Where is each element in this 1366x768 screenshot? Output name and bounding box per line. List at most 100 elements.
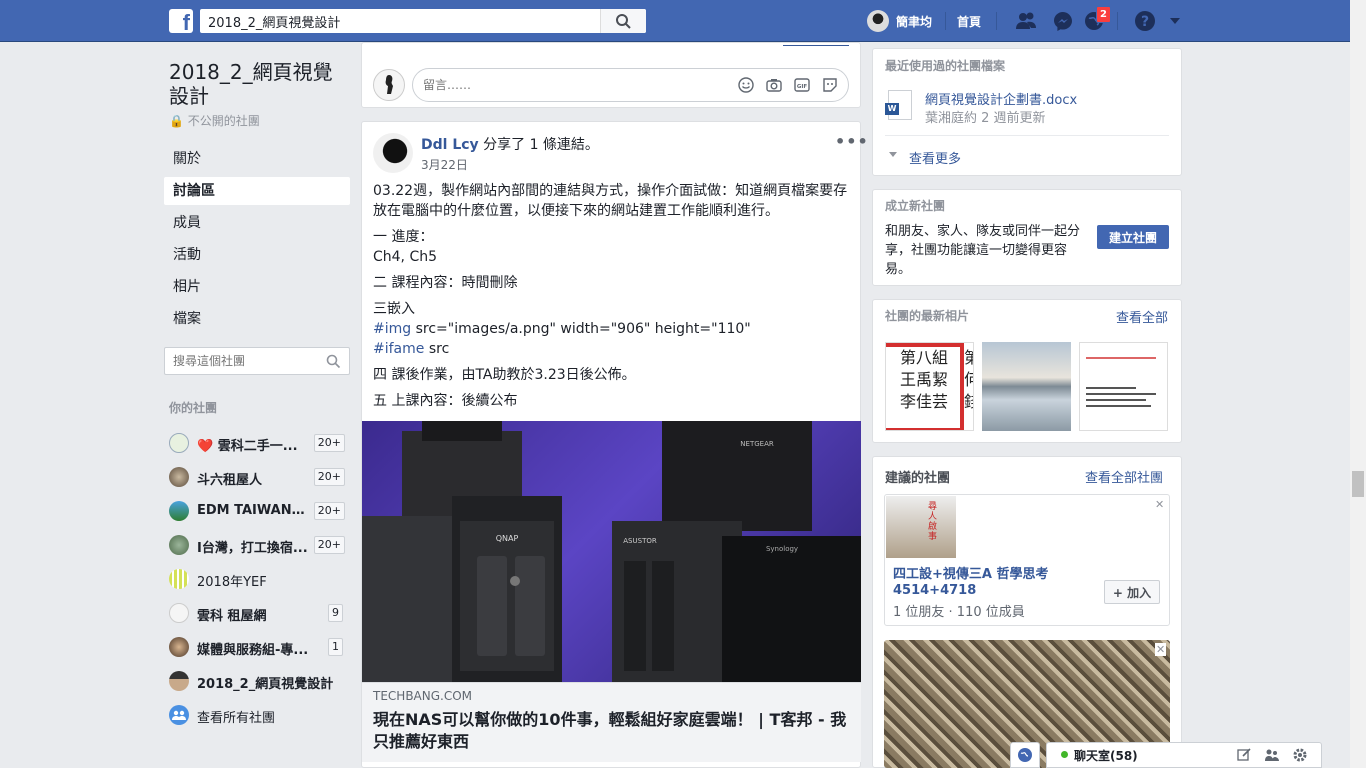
group-privacy-label: 🔒 不公開的社團 [169, 112, 260, 129]
chevron-down-icon [889, 152, 897, 157]
group-nav-about[interactable]: 關於 [164, 145, 350, 173]
chat-label[interactable]: 聊天室(58) [1074, 747, 1138, 764]
group-unread-count: 20+ [313, 536, 345, 554]
photo-thumbnail[interactable] [1079, 342, 1168, 431]
group-search-input[interactable] [165, 348, 315, 374]
help-icon[interactable]: ? [1134, 10, 1156, 32]
post-action-text: 分享了 1 條連結。 [483, 137, 599, 153]
new-group-chat-icon[interactable] [1264, 747, 1280, 763]
hashtag-link[interactable]: #ifame [373, 341, 424, 357]
link-preview-image[interactable]: QNAP NETGEAR ASUSTOR Synology [362, 421, 861, 682]
page-scrollbar[interactable] [1350, 0, 1366, 768]
groups-icon [169, 705, 189, 725]
link-title[interactable]: 現在NAS可以幫你做的10件事，輕鬆組好家庭雲端！ | T客邦 - 我只推薦好東… [373, 709, 853, 753]
product-label: NETGEAR [740, 440, 774, 448]
post-author-avatar[interactable] [373, 133, 413, 173]
join-group-button[interactable]: + 加入 [1104, 580, 1160, 604]
hashtag-link[interactable]: #img [373, 321, 411, 337]
friend-requests-icon[interactable] [1015, 10, 1037, 32]
photo-text-line: 李佳芸 [900, 392, 949, 411]
new-message-icon[interactable] [1236, 747, 1252, 763]
post-timestamp[interactable]: 3月22日 [421, 156, 468, 173]
global-search-input[interactable] [200, 9, 600, 33]
your-groups-heading: 你的社團 [169, 401, 218, 415]
search-icon [616, 14, 631, 29]
svg-text:GIF: GIF [797, 84, 808, 90]
account-menu-caret-icon[interactable] [1168, 14, 1182, 28]
see-all-photos-link[interactable]: 查看全部 [1116, 307, 1168, 326]
file-meta: 葉湘庭約 2 週前更新 [925, 111, 1046, 126]
search-icon[interactable] [326, 354, 341, 369]
recent-files-title: 最近使用過的社團檔案 [885, 59, 1006, 73]
see-more-files-link[interactable]: 查看更多 [909, 148, 961, 167]
nav-divider [1117, 12, 1118, 30]
suggested-group-name[interactable]: 四工設+視傳三A 哲學思考 4514+4718 [893, 567, 1048, 599]
post-line: Ch4, Ch5 [373, 249, 438, 265]
file-link[interactable]: 網頁視覺設計企劃書.docx [925, 89, 1077, 108]
create-group-title: 成立新社團 [885, 199, 946, 213]
photo-text-line: 錢 [964, 391, 973, 413]
group-list-item[interactable]: 2018年YEF [169, 568, 349, 590]
photo-thumbnail[interactable]: 第八組 王禹絜 李佳芸 第 何 錢 [885, 342, 974, 431]
close-icon[interactable]: ✕ [1155, 498, 1164, 511]
chat-translate-button[interactable] [1010, 742, 1040, 768]
suggested-group-name-line: 四工設+視傳三A 哲學思考 [893, 567, 1049, 582]
see-all-groups-label: 查看所有社團 [197, 711, 276, 726]
suggested-group-image-text: 尋人啟事 [928, 502, 938, 542]
see-all-groups-link[interactable]: 查看所有社團 [169, 704, 349, 726]
product-label: QNAP [496, 534, 519, 543]
close-icon[interactable]: ✕ [1155, 643, 1167, 656]
group-list-item[interactable]: 雲科 租屋網 9 [169, 602, 349, 624]
post-line: 二 課程內容：時間刪除 [373, 275, 518, 291]
global-search [200, 9, 646, 33]
group-nav-members[interactable]: 成員 [164, 209, 350, 237]
group-nav-photos[interactable]: 相片 [164, 273, 350, 301]
svg-text:?: ? [1141, 14, 1149, 30]
group-list-item[interactable]: ❤️ 雲科二手一... 20+ [169, 432, 349, 454]
group-list-item-name: 2018年YEF [197, 575, 267, 590]
post-author-name[interactable]: Ddl Lcy [421, 137, 479, 153]
group-list-item-name: ❤️ 雲科二手一... [197, 439, 298, 454]
previous-post-link-fragment[interactable] [783, 43, 849, 46]
group-list-item-name: 2018_2_網頁視覺設計 [197, 677, 334, 692]
gif-icon[interactable]: GIF [793, 76, 811, 94]
post-options-icon[interactable]: ••• [835, 132, 869, 151]
group-nav-files[interactable]: 檔案 [164, 305, 350, 333]
comment-input[interactable] [412, 68, 849, 102]
group-list-item-name: I台灣，打工換宿... [197, 541, 308, 556]
facebook-logo[interactable]: f [169, 9, 193, 33]
group-title[interactable]: 2018_2_網頁視覺設計 [169, 60, 349, 108]
group-list-item[interactable]: 媒體與服務組-專... 1 [169, 636, 349, 658]
group-list-item[interactable]: EDM TAIWAN (... 20+ [169, 500, 349, 522]
code-text: src [424, 341, 450, 357]
search-button[interactable] [600, 9, 646, 33]
photo-text-line: 王禹絜 [900, 370, 949, 389]
group-list-item[interactable]: 斗六租屋人 20+ [169, 466, 349, 488]
group-list-item[interactable]: 2018_2_網頁視覺設計 [169, 670, 349, 692]
suggested-group-image[interactable]: 尋人啟事 [886, 496, 956, 558]
see-all-groups-link[interactable]: 查看全部社團 [1085, 467, 1163, 486]
nav-divider [996, 12, 997, 30]
group-nav-events[interactable]: 活動 [164, 241, 350, 269]
messenger-icon[interactable] [1052, 10, 1074, 32]
post-line: #ifame src [373, 339, 853, 359]
sticker-icon[interactable] [821, 76, 839, 94]
product-label: Synology [766, 545, 798, 553]
scrollbar-thumb[interactable] [1352, 471, 1364, 497]
user-avatar[interactable] [867, 10, 889, 32]
group-avatar [169, 603, 189, 623]
camera-icon[interactable] [765, 76, 783, 94]
profile-link[interactable]: 簡聿均 [896, 13, 932, 30]
group-list-item[interactable]: I台灣，打工換宿... 20+ [169, 534, 349, 556]
create-group-button[interactable]: 建立社團 [1097, 225, 1169, 249]
create-group-description: 和朋友、家人、隊友或同伴一起分享，社團功能讓這一切變得更容易。 [885, 224, 1081, 277]
emoji-icon[interactable] [737, 76, 755, 94]
group-nav-discussion[interactable]: 討論區 [164, 177, 350, 205]
gear-icon[interactable] [1292, 747, 1308, 763]
post-line: 三嵌入 [373, 301, 415, 317]
home-link[interactable]: 首頁 [957, 13, 981, 30]
lock-icon: 🔒 [169, 114, 184, 128]
photo-thumbnail[interactable] [982, 342, 1071, 431]
group-avatar [169, 569, 189, 589]
notification-badge: 2 [1096, 6, 1111, 23]
